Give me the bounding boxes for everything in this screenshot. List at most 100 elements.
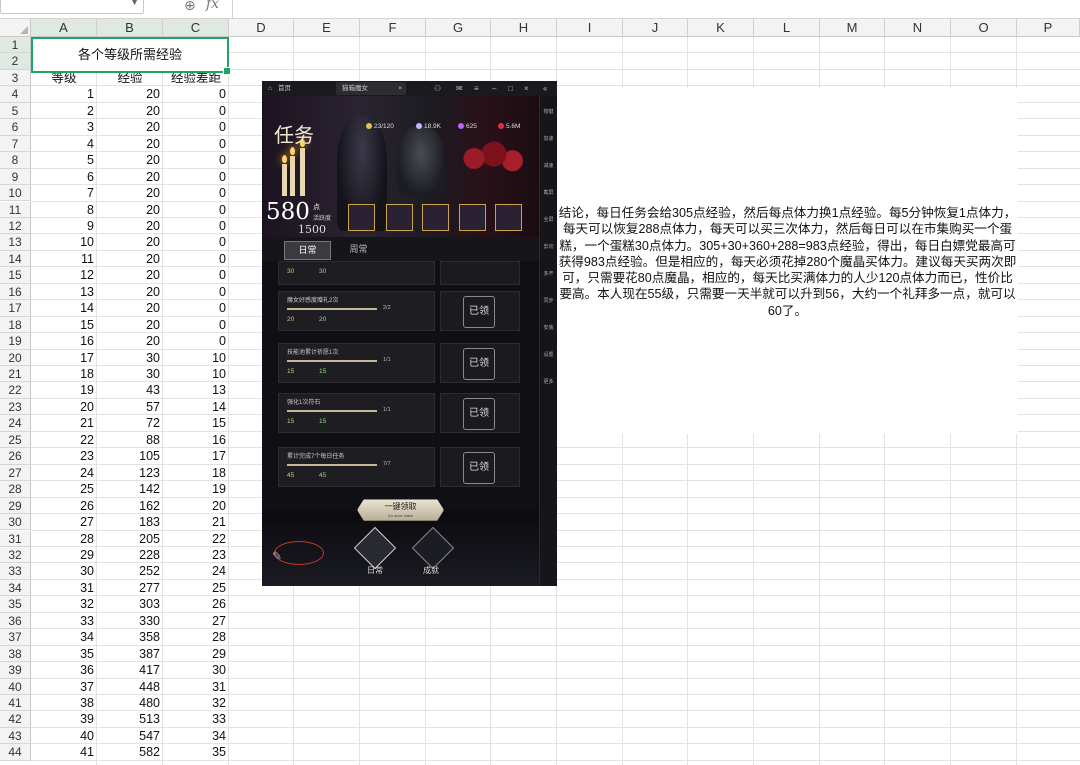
table-cell[interactable]: 20: [163, 498, 229, 514]
table-cell[interactable]: 0: [163, 317, 229, 333]
table-cell[interactable]: 28: [31, 531, 97, 547]
table-cell[interactable]: 7: [31, 185, 97, 201]
table-cell[interactable]: 11: [31, 251, 97, 267]
mail-icon[interactable]: ✉: [456, 81, 463, 96]
table-cell[interactable]: 0: [163, 300, 229, 316]
column-header-g[interactable]: G: [426, 19, 491, 37]
tab-weekly[interactable]: 周常: [336, 241, 381, 258]
table-cell[interactable]: 30: [97, 350, 163, 366]
table-cell[interactable]: 30: [97, 366, 163, 382]
menu-icon[interactable]: ≡: [474, 81, 479, 96]
sidebar-tool-label[interactable]: 全屏: [540, 216, 557, 223]
table-cell[interactable]: 19: [163, 481, 229, 497]
column-header-d[interactable]: D: [229, 19, 294, 37]
table-cell[interactable]: 14: [31, 300, 97, 316]
table-cell[interactable]: 303: [97, 596, 163, 612]
table-cell[interactable]: 17: [163, 448, 229, 464]
table-cell[interactable]: 18: [31, 366, 97, 382]
table-cell[interactable]: 2: [31, 103, 97, 119]
table-cell[interactable]: 38: [31, 695, 97, 711]
table-cell[interactable]: 18: [163, 465, 229, 481]
close-icon[interactable]: ×: [524, 81, 529, 96]
row-header-14[interactable]: 14: [0, 250, 31, 268]
row-header-2[interactable]: 2: [0, 53, 31, 70]
row-header-6[interactable]: 6: [0, 119, 31, 136]
row-header-42[interactable]: 42: [0, 711, 31, 728]
table-cell[interactable]: 43: [97, 382, 163, 398]
column-header-e[interactable]: E: [294, 19, 360, 37]
table-cell[interactable]: 1: [31, 86, 97, 102]
row-header-13[interactable]: 13: [0, 234, 31, 251]
sidebar-tool-label[interactable]: 加速: [540, 135, 557, 142]
milestone-chest-1[interactable]: [348, 204, 375, 231]
table-cell[interactable]: 20: [97, 202, 163, 218]
table-cell[interactable]: 37: [31, 679, 97, 695]
sidebar-tool-label[interactable]: 减速: [540, 162, 557, 169]
table-cell[interactable]: 513: [97, 711, 163, 727]
sidebar-tool-label[interactable]: 安装: [540, 324, 557, 331]
gamepad-icon[interactable]: ⚇: [434, 81, 441, 96]
table-cell[interactable]: 23: [163, 547, 229, 563]
table-cell[interactable]: 16: [31, 333, 97, 349]
column-header-l[interactable]: L: [754, 19, 820, 37]
column-header-n[interactable]: N: [885, 19, 951, 37]
table-cell[interactable]: 21: [163, 514, 229, 530]
table-cell[interactable]: 0: [163, 86, 229, 102]
table-cell[interactable]: 41: [31, 744, 97, 760]
column-header-j[interactable]: J: [623, 19, 688, 37]
table-cell[interactable]: 0: [163, 136, 229, 152]
sidebar-tool-label[interactable]: 按键: [540, 108, 557, 115]
table-cell[interactable]: 277: [97, 580, 163, 596]
table-cell[interactable]: 0: [163, 185, 229, 201]
table-cell[interactable]: 29: [31, 547, 97, 563]
sidebar-tool-label[interactable]: 剪切: [540, 243, 557, 250]
table-cell[interactable]: 17: [31, 350, 97, 366]
table-cell[interactable]: 34: [31, 629, 97, 645]
column-header-b[interactable]: B: [97, 19, 163, 37]
table-cell[interactable]: 27: [31, 514, 97, 530]
row-header-15[interactable]: 15: [0, 267, 31, 284]
table-cell[interactable]: 34: [163, 728, 229, 744]
chevron-down-icon[interactable]: ▼: [130, 0, 139, 7]
table-cell[interactable]: 12: [31, 267, 97, 283]
milestone-chest-2[interactable]: [386, 204, 413, 231]
column-header-a[interactable]: A: [31, 19, 97, 37]
row-header-23[interactable]: 23: [0, 398, 31, 416]
note-text[interactable]: 结论，每日任务会给305点经验，然后每点体力换1点经验。每5分钟恢复1点体力，每…: [557, 205, 1018, 319]
table-cell[interactable]: 36: [31, 662, 97, 678]
table-cell[interactable]: 480: [97, 695, 163, 711]
row-header-19[interactable]: 19: [0, 333, 31, 350]
row-header-21[interactable]: 21: [0, 366, 31, 383]
table-cell[interactable]: 32: [31, 596, 97, 612]
row-header-3[interactable]: 3: [0, 69, 31, 87]
row-header-29[interactable]: 29: [0, 497, 31, 515]
row-header-10[interactable]: 10: [0, 185, 31, 202]
row-header-38[interactable]: 38: [0, 645, 31, 663]
column-header-c[interactable]: C: [163, 19, 229, 37]
table-cell[interactable]: 20: [97, 317, 163, 333]
row-header-26[interactable]: 26: [0, 448, 31, 465]
table-cell[interactable]: 20: [97, 218, 163, 234]
row-header-20[interactable]: 20: [0, 349, 31, 366]
row-header-24[interactable]: 24: [0, 415, 31, 432]
row-header-17[interactable]: 17: [0, 300, 31, 317]
table-cell[interactable]: 10: [31, 234, 97, 250]
table-cell[interactable]: 20: [31, 399, 97, 415]
milestone-chest-5[interactable]: [495, 204, 522, 231]
table-cell[interactable]: 24: [163, 563, 229, 579]
back-arrow-icon[interactable]: ✎: [272, 549, 282, 563]
table-cell[interactable]: 28: [163, 629, 229, 645]
table-cell[interactable]: 20: [97, 300, 163, 316]
name-box[interactable]: ▼: [0, 0, 144, 14]
row-header-39[interactable]: 39: [0, 662, 31, 679]
table-cell[interactable]: 15: [163, 415, 229, 431]
minimize-icon[interactable]: –: [492, 81, 496, 96]
collapse-icon[interactable]: «: [543, 81, 547, 96]
table-cell[interactable]: 123: [97, 465, 163, 481]
column-header-o[interactable]: O: [951, 19, 1017, 37]
table-cell[interactable]: 30: [31, 563, 97, 579]
table-cell[interactable]: 20: [97, 169, 163, 185]
table-cell[interactable]: 19: [31, 382, 97, 398]
table-cell[interactable]: 10: [163, 366, 229, 382]
table-cell[interactable]: 547: [97, 728, 163, 744]
